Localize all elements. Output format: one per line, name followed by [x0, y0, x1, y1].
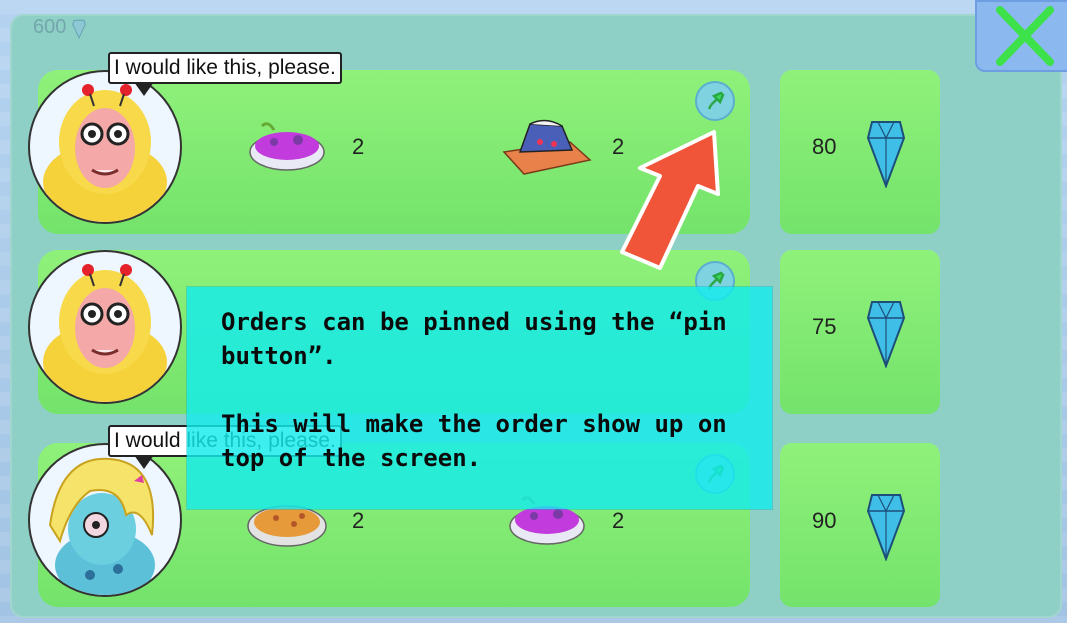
- gem-icon: [72, 19, 87, 39]
- close-button[interactable]: [975, 0, 1067, 72]
- currency-display: 600: [33, 16, 87, 39]
- reward-box: [780, 250, 940, 414]
- reward-value: 75: [812, 314, 837, 339]
- tutorial-tooltip: Orders can be pinned using the “pin butt…: [187, 287, 772, 509]
- item-quantity: 2: [612, 508, 625, 533]
- tutorial-arrow-icon: [620, 130, 720, 270]
- reward-box: [780, 70, 940, 234]
- gem-icon: [866, 494, 906, 561]
- customer-avatar: [28, 443, 182, 597]
- item-quantity: 2: [352, 134, 365, 159]
- pin-icon: [707, 91, 725, 110]
- reward-value: 80: [812, 134, 837, 159]
- gem-icon: [866, 121, 906, 188]
- reward-value: 90: [812, 508, 837, 533]
- close-x-icon: [996, 6, 1054, 66]
- tutorial-text-2: This will make the order show up on top …: [221, 410, 727, 472]
- currency-value: 600: [33, 16, 67, 38]
- yeti-customer-icon: [43, 84, 167, 222]
- cake-slice-icon: [502, 119, 592, 175]
- customer-avatar: [28, 70, 182, 224]
- tutorial-text-1: Orders can be pinned using the “pin butt…: [221, 308, 727, 370]
- pin-button[interactable]: [695, 81, 735, 121]
- yeti-customer-icon: [43, 264, 167, 402]
- item-quantity: 2: [352, 508, 365, 533]
- reward-box: [780, 443, 940, 607]
- customer-avatar: [28, 250, 182, 404]
- speech-bubble: I would like this, please.: [108, 52, 342, 96]
- purple-soup-bowl-icon: [249, 122, 325, 171]
- gem-icon: [866, 301, 906, 368]
- blonde-monster-customer-icon: [48, 457, 155, 595]
